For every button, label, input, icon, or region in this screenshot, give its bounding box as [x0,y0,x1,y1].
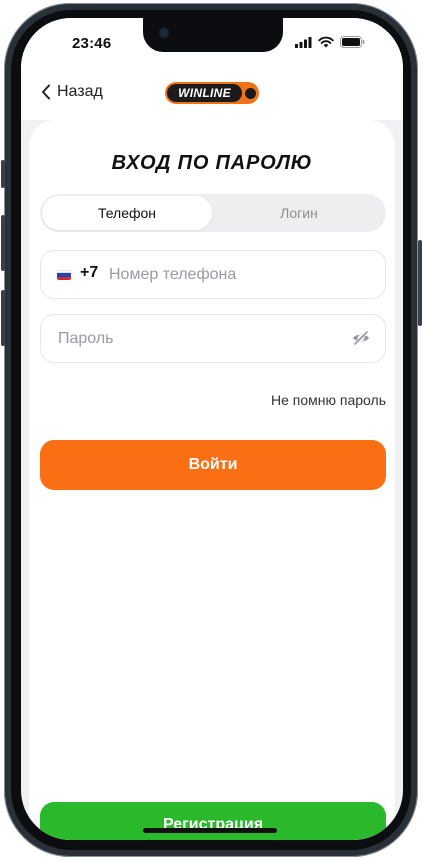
battery-icon [340,36,365,48]
password-input[interactable] [56,327,340,351]
back-button[interactable]: Назад [41,83,103,101]
login-button[interactable]: Войти [40,440,386,490]
front-camera [159,28,169,38]
power-button [418,240,422,326]
volume-down-button [1,290,5,346]
status-bar: 23:46 [21,18,403,70]
logo-dot [245,87,256,99]
cellular-signal-icon [295,36,312,48]
home-indicator [143,828,277,833]
app-header: Назад WINLINE [21,70,403,120]
tab-login[interactable]: Логин [214,196,384,230]
back-label: Назад [57,83,103,100]
register-button[interactable]: Регистрация [40,802,386,840]
phone-input[interactable] [107,263,371,287]
login-method-switch: Телефон Логин [40,194,386,232]
status-icons [295,36,365,48]
phone-screen: 23:46 Назад WINLINE ВХОД ПО ПАРОЛЮ Телеф… [21,18,403,840]
russia-flag-icon [57,270,71,280]
wifi-icon [318,36,334,48]
silent-switch [1,160,5,188]
volume-up-button [1,215,5,271]
winline-logo: WINLINE [165,82,259,104]
chevron-left-icon [42,84,50,100]
password-field [40,314,386,363]
phone-prefix[interactable]: +7 [80,264,98,282]
eye-off-icon[interactable] [351,328,371,348]
notch [143,18,283,52]
status-time: 23:46 [72,35,112,52]
phone-field: +7 [40,250,386,299]
page-title: ВХОД ПО ПАРОЛЮ [111,152,313,174]
forgot-password-link[interactable]: Не помню пароль [271,392,386,408]
login-card: ВХОД ПО ПАРОЛЮ Телефон Логин +7 Номер те… [29,120,395,840]
tab-phone[interactable]: Телефон [42,196,212,230]
logo-text: WINLINE [167,84,242,102]
